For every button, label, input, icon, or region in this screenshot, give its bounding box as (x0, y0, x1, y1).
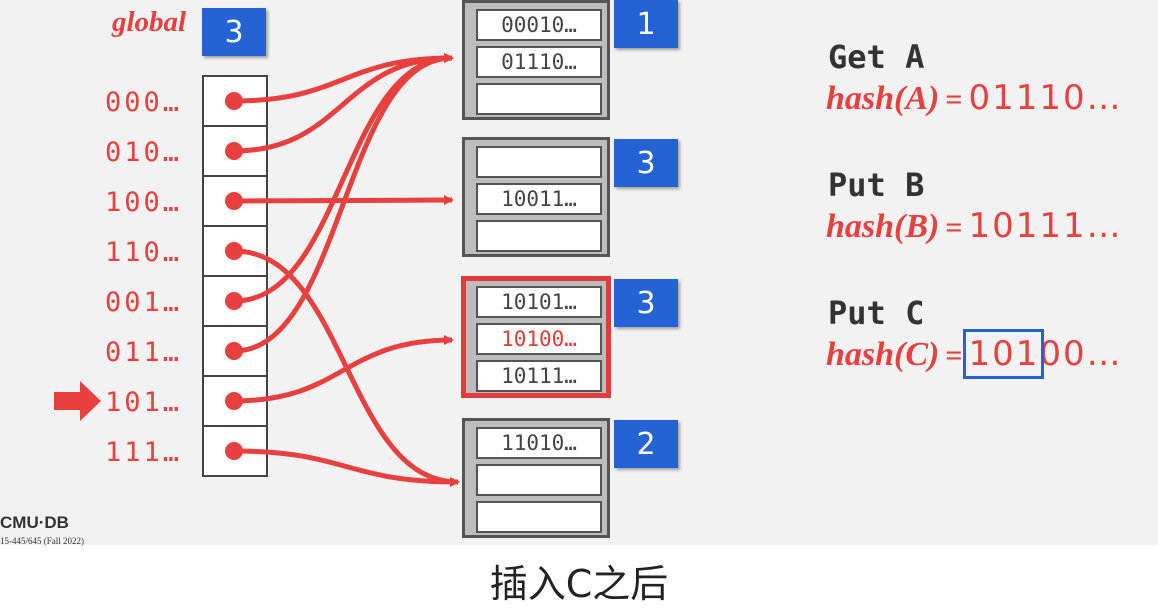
local-depth-badge: 2 (614, 420, 678, 468)
bucket: 11010… (462, 418, 610, 538)
global-depth-label: global (112, 6, 187, 38)
bucket-entry (476, 464, 602, 496)
slide: global 3 000… 010… 100… 110… 001… 011… 101… 111… (0, 0, 1158, 546)
operation-title: Put C (828, 294, 925, 332)
directory-prefix: 010… (105, 137, 183, 168)
equals-sign: = (945, 339, 963, 372)
bucket-entry (476, 501, 602, 533)
operation-hash: hash(B) = 10111… (826, 206, 1123, 246)
hash-value-rest: 10111… (968, 206, 1123, 246)
cmu-db-logo: CMU·DB (0, 513, 69, 532)
directory-prefix: 001… (105, 287, 183, 318)
hash-value: 10100… (963, 329, 1123, 379)
bucket: 10101… 10100… 10111… (462, 277, 610, 397)
bucket-entry: 10100… (476, 323, 602, 355)
directory-prefix: 110… (105, 237, 183, 268)
bucket-entry: 00010… (476, 9, 602, 41)
bucket: 10011… (462, 137, 610, 257)
local-depth-badge: 3 (614, 279, 678, 327)
bucket-entry: 01110… (476, 46, 602, 78)
local-depth-badge: 1 (614, 0, 678, 48)
bucket-entry (476, 83, 602, 115)
hash-function: hash(B) (826, 208, 940, 245)
caption: 插入C之后 (489, 562, 669, 606)
bucket-entry: 10111… (476, 360, 602, 392)
local-depth-badge: 3 (614, 139, 678, 187)
hash-function: hash(C) (826, 336, 940, 373)
directory-prefix: 100… (105, 187, 183, 218)
hash-value: 01110… (968, 78, 1122, 118)
operation-hash: hash(C) = 10100… (826, 329, 1123, 379)
bucket-entry (476, 146, 602, 178)
hash-function: hash(A) (826, 80, 940, 117)
global-depth-value: 3 (202, 8, 266, 56)
hash-value-rest: 00… (1039, 334, 1123, 374)
bucket-entry: 10101… (476, 286, 602, 318)
directory-prefix: 011… (105, 337, 183, 368)
directory-prefix: 101… (105, 387, 183, 418)
equals-sign: = (945, 211, 963, 244)
hash-value-rest: 01110… (968, 78, 1123, 118)
operation-hash: hash(A) = 01110… (826, 78, 1123, 118)
bucket: 00010… 01110… (462, 0, 610, 120)
directory-prefix: 111… (105, 437, 183, 468)
hash-value: 10111… (968, 206, 1122, 246)
bucket-entry: 11010… (476, 427, 602, 459)
operation-title: Put B (828, 166, 925, 204)
current-entry-arrow-icon (54, 381, 101, 421)
course-label: 15-445/645 (Fall 2022) (0, 536, 84, 546)
bucket-entry: 10011… (476, 183, 602, 215)
directory-prefix: 000… (105, 87, 183, 118)
equals-sign: = (945, 83, 963, 116)
hash-prefix-box: 101 (963, 329, 1045, 379)
operation-title: Get A (828, 38, 925, 76)
bucket-entry (476, 220, 602, 252)
